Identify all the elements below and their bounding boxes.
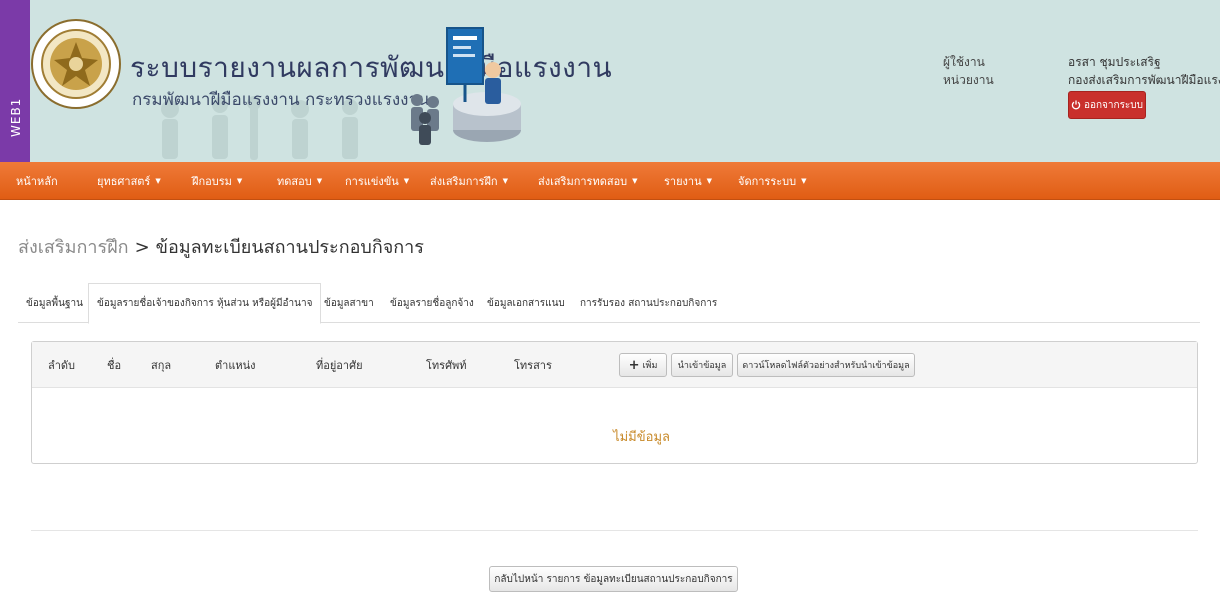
nav-item-label: ฝึกอบรม bbox=[192, 175, 232, 188]
nav-item-label: หน้าหลัก bbox=[16, 175, 58, 188]
add-button-label: เพิ่ม bbox=[642, 361, 658, 371]
environment-label: WEB1 bbox=[9, 97, 23, 137]
page: WEB1 ระบบรายงานผลการพัฒนาฝีมือแรงงาน กรม… bbox=[0, 0, 1220, 599]
nav-item-home[interactable]: หน้าหลัก bbox=[16, 162, 58, 200]
column-header-position: ตำแหน่ง bbox=[215, 359, 256, 372]
tab-basic-info[interactable]: ข้อมูลพื้นฐาน bbox=[18, 283, 91, 323]
column-header-last-name: สกุล bbox=[151, 359, 172, 372]
nav-item-reports[interactable]: รายงาน ▼ bbox=[664, 162, 712, 200]
department-seal-logo bbox=[31, 19, 121, 109]
breadcrumb-parent-link[interactable]: ส่งเสริมการฝึก bbox=[18, 237, 129, 258]
nav-item-label: การแข่งขัน bbox=[345, 175, 399, 188]
column-header-order: ลำดับ bbox=[48, 359, 76, 372]
tab-employees[interactable]: ข้อมูลรายชื่อลูกจ้าง bbox=[382, 283, 482, 323]
nav-item-label: จัดการระบบ bbox=[738, 175, 797, 188]
nav-item-label: รายงาน bbox=[664, 175, 702, 188]
import-data-button[interactable]: นำเข้าข้อมูล bbox=[671, 353, 733, 377]
empty-table-message: ไม่มีข้อมูล bbox=[613, 430, 670, 445]
presentation-illustration bbox=[411, 27, 521, 145]
nav-item-testing[interactable]: ทดสอบ ▼ bbox=[277, 162, 322, 200]
nav-item-system-admin[interactable]: จัดการระบบ ▼ bbox=[738, 162, 807, 200]
caret-down-icon: ▼ bbox=[632, 177, 638, 185]
header-banner: WEB1 ระบบรายงานผลการพัฒนาฝีมือแรงงาน กรม… bbox=[0, 0, 1220, 162]
import-button-label: นำเข้าข้อมูล bbox=[677, 361, 727, 371]
plus-icon: + bbox=[628, 357, 640, 373]
caret-down-icon: ▼ bbox=[236, 177, 243, 185]
breadcrumb: ส่งเสริมการฝึก > ข้อมูลทะเบียนสถานประกอบกิ… bbox=[18, 232, 424, 261]
tab-label: ข้อมูลเอกสารแนบ bbox=[487, 297, 565, 309]
caret-down-icon: ▼ bbox=[502, 177, 508, 185]
tab-label: ข้อมูลรายชื่อลูกจ้าง bbox=[390, 297, 474, 309]
tab-label: การรับรอง สถานประกอบกิจการ bbox=[580, 297, 718, 309]
add-button[interactable]: + เพิ่ม bbox=[619, 353, 667, 377]
tab-label: ข้อมูลรายชื่อเจ้าของกิจการ หุ้นส่วน หรือ… bbox=[97, 298, 313, 309]
nav-item-testing-promotion[interactable]: ส่งเสริมการทดสอบ ▼ bbox=[538, 162, 638, 200]
download-template-button[interactable]: ดาวน์โหลดไฟล์ตัวอย่างสำหรับนำเข้าข้อมูล bbox=[737, 353, 915, 377]
owners-table: ลำดับ ชื่อ สกุล ตำแหน่ง ที่อยู่อาศัย โทร… bbox=[31, 341, 1198, 464]
table-header: ลำดับ ชื่อ สกุล ตำแหน่ง ที่อยู่อาศัย โทร… bbox=[32, 342, 1197, 388]
nav-item-label: ทดสอบ bbox=[277, 175, 312, 188]
tab-attachments[interactable]: ข้อมูลเอกสารแนบ bbox=[479, 283, 573, 323]
caret-down-icon: ▼ bbox=[706, 177, 712, 185]
user-name: อรสา ชุมประเสริฐ bbox=[1068, 55, 1161, 69]
caret-down-icon: ▼ bbox=[155, 177, 161, 185]
caret-down-icon: ▼ bbox=[316, 177, 323, 185]
tab-bar: ข้อมูลพื้นฐาน ข้อมูลรายชื่อเจ้าของกิจการ… bbox=[18, 283, 1200, 324]
user-unit: กองส่งเสริมการพัฒนาฝีมือแรงงาน bbox=[1068, 73, 1220, 87]
section-divider bbox=[31, 530, 1198, 531]
back-button-label: กลับไปหน้า รายการ ข้อมูลทะเบียนสถานประกอ… bbox=[494, 573, 733, 585]
tab-owners-partners[interactable]: ข้อมูลรายชื่อเจ้าของกิจการ หุ้นส่วน หรือ… bbox=[88, 283, 322, 324]
column-header-fax: โทรสาร bbox=[514, 359, 552, 372]
app-subtitle: กรมพัฒนาฝีมือแรงงาน กระทรวงแรงงาน bbox=[132, 90, 430, 110]
main-navbar: หน้าหลัก ยุทธศาสตร์ ▼ ฝึกอบรม ▼ ทดสอบ ▼ … bbox=[0, 162, 1220, 200]
user-label: ผู้ใช้งาน bbox=[943, 55, 985, 69]
tab-label: ข้อมูลพื้นฐาน bbox=[26, 297, 83, 309]
nav-item-training-promotion[interactable]: ส่งเสริมการฝึก ▼ bbox=[430, 162, 508, 200]
nav-item-label: ยุทธศาสตร์ bbox=[97, 175, 151, 188]
nav-item-training[interactable]: ฝึกอบรม ▼ bbox=[192, 162, 242, 200]
download-template-label: ดาวน์โหลดไฟล์ตัวอย่างสำหรับนำเข้าข้อมูล bbox=[742, 361, 910, 371]
environment-strip: WEB1 bbox=[0, 0, 30, 162]
nav-item-strategy[interactable]: ยุทธศาสตร์ ▼ bbox=[97, 162, 161, 200]
nav-item-competition[interactable]: การแข่งขัน ▼ bbox=[345, 162, 409, 200]
tab-label: ข้อมูลสาขา bbox=[324, 297, 374, 309]
power-icon bbox=[1071, 100, 1081, 110]
caret-down-icon: ▼ bbox=[801, 177, 807, 185]
logout-label: ออกจากระบบ bbox=[1083, 99, 1144, 111]
nav-item-label: ส่งเสริมการทดสอบ bbox=[538, 175, 628, 188]
back-to-list-button[interactable]: กลับไปหน้า รายการ ข้อมูลทะเบียนสถานประกอ… bbox=[489, 566, 738, 592]
column-header-first-name: ชื่อ bbox=[107, 359, 122, 372]
column-header-address: ที่อยู่อาศัย bbox=[316, 359, 363, 372]
caret-down-icon: ▼ bbox=[403, 177, 410, 185]
unit-label: หน่วยงาน bbox=[943, 73, 994, 87]
tab-certification[interactable]: การรับรอง สถานประกอบกิจการ bbox=[572, 283, 725, 323]
breadcrumb-current: ข้อมูลทะเบียนสถานประกอบกิจการ bbox=[155, 237, 424, 258]
app-title: ระบบรายงานผลการพัฒนาฝีมือแรงงาน bbox=[130, 51, 613, 84]
nav-item-label: ส่งเสริมการฝึก bbox=[430, 175, 498, 188]
logout-button[interactable]: ออกจากระบบ bbox=[1068, 91, 1146, 119]
tab-branches[interactable]: ข้อมูลสาขา bbox=[316, 283, 382, 323]
breadcrumb-separator: > bbox=[134, 237, 150, 258]
column-header-phone: โทรศัพท์ bbox=[426, 359, 467, 372]
